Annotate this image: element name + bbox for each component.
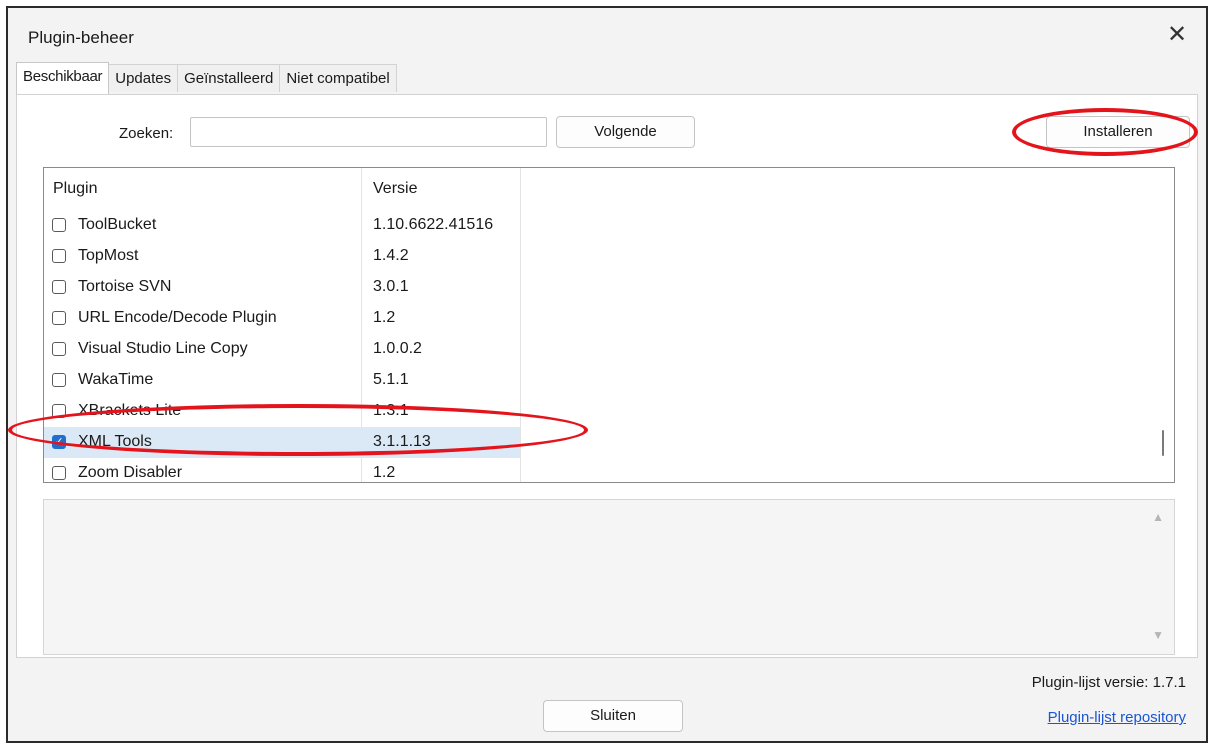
plugin-list-version: Plugin-lijst versie: 1.7.1: [1031, 674, 1186, 691]
plugin-name: WakaTime: [78, 371, 154, 388]
plugin-version: 1.2: [373, 309, 396, 326]
tab-installed[interactable]: Geïnstalleerd: [177, 64, 281, 92]
list-item[interactable]: Tortoise SVN 3.0.1: [44, 272, 520, 303]
tab-bar: Beschikbaar Updates Geïnstalleerd Niet c…: [16, 62, 397, 94]
title-bar: Plugin-beheer ✕: [8, 8, 1206, 64]
plugin-name: Tortoise SVN: [78, 278, 172, 295]
tab-incompatible[interactable]: Niet compatibel: [279, 64, 397, 92]
search-input[interactable]: [190, 117, 547, 147]
plugin-checkbox[interactable]: ✓: [52, 435, 66, 449]
window-title: Plugin-beheer: [28, 28, 134, 47]
list-item[interactable]: WakaTime 5.1.1: [44, 365, 520, 396]
tab-available[interactable]: Beschikbaar: [16, 62, 110, 94]
plugin-name: TopMost: [78, 247, 139, 264]
plugin-checkbox[interactable]: [52, 218, 66, 232]
plugin-version: 3.1.1.13: [373, 433, 431, 450]
plugin-name: Zoom Disabler: [78, 464, 183, 481]
plugin-version: 1.3.1: [373, 402, 409, 419]
plugin-checkbox[interactable]: [52, 373, 66, 387]
plugin-version: 3.0.1: [373, 278, 409, 295]
install-button[interactable]: Installeren: [1046, 116, 1190, 148]
plugin-version: 1.4.2: [373, 247, 409, 264]
list-item[interactable]: XBrackets Lite 1.3.1: [44, 396, 520, 427]
plugin-version: 1.2: [373, 464, 396, 481]
list-item[interactable]: ✓ XML Tools 3.1.1.13: [44, 427, 520, 458]
plugin-version: 1.0.0.2: [373, 340, 422, 357]
scroll-down-arrow-icon[interactable]: ▼: [1152, 628, 1164, 642]
list-item[interactable]: TopMost 1.4.2: [44, 241, 520, 272]
scrollbar-thumb[interactable]: [1162, 430, 1164, 456]
plugin-version: 5.1.1: [373, 371, 409, 388]
search-label: Zoeken:: [119, 125, 174, 142]
plugin-checkbox[interactable]: [52, 249, 66, 263]
list-item[interactable]: ToolBucket 1.10.6622.41516: [44, 210, 520, 241]
list-item[interactable]: URL Encode/Decode Plugin 1.2: [44, 303, 520, 334]
plugin-list[interactable]: Plugin Versie ToolBucket 1.10.6622.41516 T…: [43, 167, 1175, 483]
plugin-checkbox[interactable]: [52, 466, 66, 480]
plugin-checkbox[interactable]: [52, 311, 66, 325]
plugin-checkbox[interactable]: [52, 404, 66, 418]
scroll-up-arrow-icon[interactable]: ▲: [1152, 510, 1164, 524]
close-icon[interactable]: ✕: [1162, 20, 1192, 50]
list-scrollbar[interactable]: [1152, 168, 1174, 482]
list-item[interactable]: Zoom Disabler 1.2: [44, 458, 520, 482]
next-button[interactable]: Volgende: [556, 116, 695, 148]
list-item[interactable]: Visual Studio Line Copy 1.0.0.2: [44, 334, 520, 365]
plugin-name: URL Encode/Decode Plugin: [78, 309, 277, 326]
column-header-plugin[interactable]: Plugin: [53, 180, 97, 198]
plugin-name: ToolBucket: [78, 216, 157, 233]
plugin-checkbox[interactable]: [52, 342, 66, 356]
plugin-manager-dialog: Plugin-beheer ✕ Beschikbaar Updates Geïn…: [6, 6, 1208, 743]
repository-link[interactable]: Plugin-lijst repository: [1048, 709, 1186, 726]
available-panel: Zoeken: Volgende Installeren Plugin Vers…: [16, 94, 1198, 658]
column-header-version[interactable]: Versie: [373, 180, 417, 198]
plugin-name: XML Tools: [78, 433, 152, 450]
tab-updates[interactable]: Updates: [108, 64, 179, 92]
description-box: ▲ ▼: [43, 499, 1175, 655]
plugin-name: XBrackets Lite: [78, 402, 182, 419]
plugin-name: Visual Studio Line Copy: [78, 340, 248, 357]
plugin-version: 1.10.6622.41516: [373, 216, 494, 233]
close-button[interactable]: Sluiten: [543, 700, 683, 732]
column-separator: [520, 168, 521, 482]
plugin-checkbox[interactable]: [52, 280, 66, 294]
